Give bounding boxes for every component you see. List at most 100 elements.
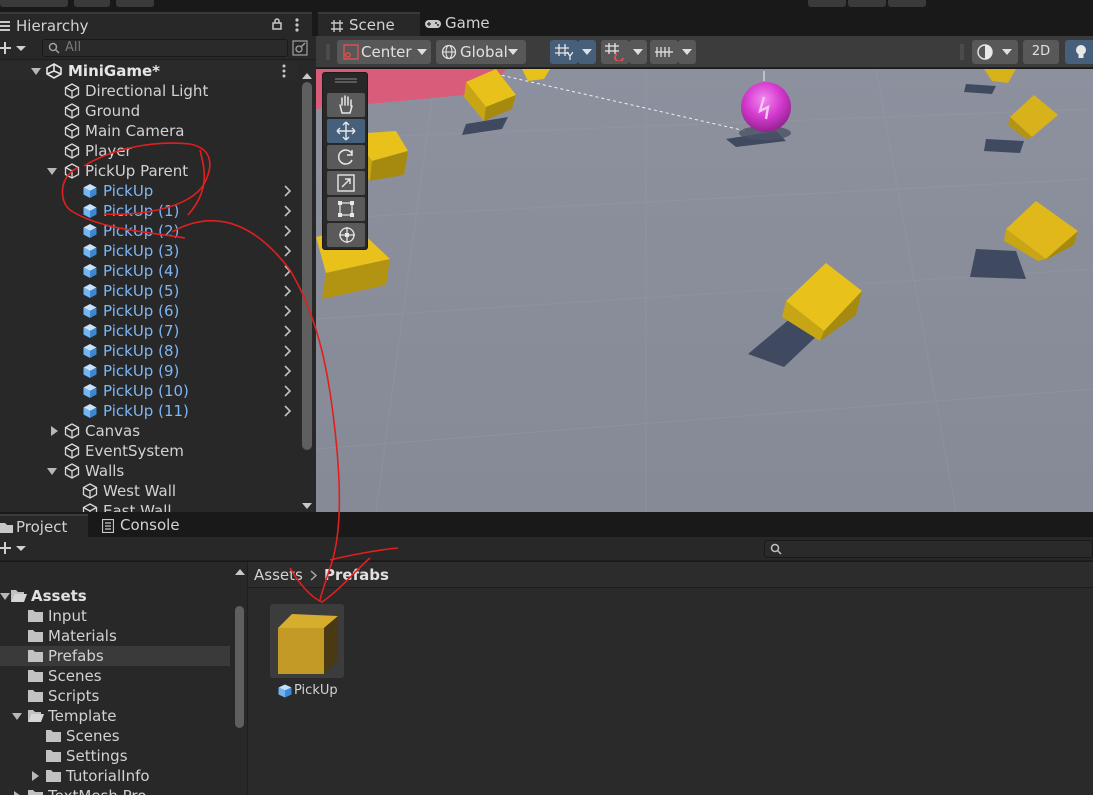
hierarchy-prefab-item[interactable]: PickUp (3): [0, 241, 298, 261]
scroll-up-icon[interactable]: [235, 568, 245, 576]
top-button[interactable]: [116, 0, 154, 7]
chevron-right-icon[interactable]: [284, 285, 292, 297]
expand-arrow-icon[interactable]: [12, 709, 22, 723]
project-folder-item[interactable]: Scenes: [0, 666, 230, 686]
project-folder-item[interactable]: TextMesh Pro: [0, 786, 230, 795]
grid-snap-dropdown[interactable]: [578, 40, 596, 64]
hierarchy-item[interactable]: Ground: [0, 101, 298, 121]
grid-visibility-toggle[interactable]: [650, 40, 678, 64]
pivot-dropdown[interactable]: Center: [337, 40, 431, 64]
scrollbar-thumb[interactable]: [235, 606, 244, 728]
increment-snap-toggle[interactable]: [601, 40, 629, 64]
hierarchy-prefab-item[interactable]: PickUp (10): [0, 381, 298, 401]
chevron-right-icon[interactable]: [284, 405, 292, 417]
top-button[interactable]: [808, 0, 846, 7]
chevron-right-icon[interactable]: [284, 365, 292, 377]
chevron-right-icon[interactable]: [284, 385, 292, 397]
chevron-right-icon[interactable]: [284, 245, 292, 257]
hierarchy-item[interactable]: Directional Light: [0, 81, 298, 101]
hierarchy-prefab-item[interactable]: PickUp (1): [0, 201, 298, 221]
hierarchy-prefab-item[interactable]: PickUp: [0, 181, 298, 201]
breadcrumb-current[interactable]: Prefabs: [324, 562, 389, 588]
tab-project[interactable]: Project: [0, 514, 88, 538]
scale-tool-button[interactable]: [327, 171, 365, 195]
grid-snapping-toggle[interactable]: [550, 40, 578, 64]
scene-viewport[interactable]: [316, 69, 1093, 512]
chevron-right-icon[interactable]: [284, 225, 292, 237]
hierarchy-prefab-item[interactable]: PickUp (7): [0, 321, 298, 341]
project-folder-item[interactable]: Prefabs: [0, 646, 230, 666]
expand-arrow-icon[interactable]: [47, 464, 57, 478]
scene-render[interactable]: [316, 69, 1093, 512]
collapse-arrow-icon[interactable]: [30, 769, 40, 783]
project-folder-item[interactable]: Template: [0, 706, 230, 726]
hierarchy-prefab-item[interactable]: PickUp (5): [0, 281, 298, 301]
add-dropdown-icon[interactable]: [0, 42, 28, 54]
hierarchy-item[interactable]: Walls: [0, 461, 298, 481]
prefab-asset-label[interactable]: PickUp: [276, 683, 356, 701]
expand-arrow-icon[interactable]: [0, 589, 10, 603]
more-menu-icon[interactable]: [294, 18, 300, 32]
top-button[interactable]: [0, 0, 68, 7]
project-folder-item[interactable]: TutorialInfo: [0, 766, 230, 786]
tab-hierarchy[interactable]: Hierarchy: [0, 12, 312, 36]
grid-visibility-dropdown[interactable]: [678, 40, 696, 64]
top-button[interactable]: [888, 0, 926, 7]
hierarchy-prefab-item[interactable]: PickUp (2): [0, 221, 298, 241]
project-search-input[interactable]: [764, 540, 1093, 558]
scroll-down-icon[interactable]: [302, 502, 312, 510]
project-folder-item[interactable]: Assets: [0, 586, 230, 606]
hand-tool-button[interactable]: [327, 93, 365, 117]
scene-search-icon[interactable]: [292, 40, 308, 56]
hierarchy-search-input[interactable]: All: [42, 39, 288, 57]
tab-scene[interactable]: Scene: [318, 12, 420, 36]
rect-tool-button[interactable]: [327, 197, 365, 221]
lighting-toggle[interactable]: [1065, 40, 1093, 64]
hierarchy-item[interactable]: Canvas: [0, 421, 298, 441]
prefab-asset-thumbnail[interactable]: [270, 604, 344, 678]
space-dropdown[interactable]: Global: [436, 40, 526, 64]
top-button[interactable]: [74, 0, 110, 7]
draw-mode-dropdown[interactable]: [972, 40, 1018, 64]
scene-more-icon[interactable]: [281, 64, 287, 78]
breadcrumb-root[interactable]: Assets: [254, 562, 303, 588]
scrollbar-thumb[interactable]: [302, 82, 312, 450]
hierarchy-item[interactable]: PickUp Parent: [0, 161, 298, 181]
chevron-right-icon[interactable]: [284, 325, 292, 337]
hierarchy-prefab-item[interactable]: PickUp (6): [0, 301, 298, 321]
scroll-up-icon[interactable]: [302, 72, 312, 80]
hierarchy-scene-row[interactable]: MiniGame*: [0, 61, 298, 81]
tab-game[interactable]: Game: [422, 12, 494, 36]
hierarchy-prefab-item[interactable]: PickUp (11): [0, 401, 298, 421]
project-folder-item[interactable]: Scripts: [0, 686, 230, 706]
hierarchy-scrollbar[interactable]: [300, 82, 314, 512]
expand-arrow-icon[interactable]: [47, 164, 57, 178]
rotate-tool-button[interactable]: [327, 145, 365, 169]
project-folder-item[interactable]: Scenes: [0, 726, 230, 746]
project-folder-item[interactable]: Input: [0, 606, 230, 626]
transform-tool-button[interactable]: [327, 223, 365, 247]
lock-icon[interactable]: [272, 18, 282, 30]
top-button[interactable]: [848, 0, 886, 7]
project-folder-item[interactable]: Materials: [0, 626, 230, 646]
hierarchy-item[interactable]: Main Camera: [0, 121, 298, 141]
chevron-right-icon[interactable]: [284, 265, 292, 277]
collapse-arrow-icon[interactable]: [49, 424, 59, 438]
chevron-right-icon[interactable]: [284, 205, 292, 217]
hierarchy-item[interactable]: EventSystem: [0, 441, 298, 461]
hierarchy-item[interactable]: Player: [0, 141, 298, 161]
increment-snap-dropdown[interactable]: [629, 40, 647, 64]
expand-arrow-icon[interactable]: [31, 64, 41, 78]
hierarchy-item[interactable]: West Wall: [0, 481, 298, 501]
project-tree-scrollbar[interactable]: [232, 562, 247, 795]
create-asset-dropdown-icon[interactable]: [0, 542, 28, 554]
chevron-right-icon[interactable]: [284, 185, 292, 197]
tab-console[interactable]: Console: [90, 514, 210, 538]
project-folder-item[interactable]: Settings: [0, 746, 230, 766]
chevron-right-icon[interactable]: [284, 305, 292, 317]
2d-mode-toggle[interactable]: 2D: [1023, 40, 1059, 64]
hierarchy-prefab-item[interactable]: PickUp (9): [0, 361, 298, 381]
chevron-right-icon[interactable]: [284, 345, 292, 357]
hierarchy-item[interactable]: East Wall: [0, 501, 298, 512]
hierarchy-prefab-item[interactable]: PickUp (8): [0, 341, 298, 361]
